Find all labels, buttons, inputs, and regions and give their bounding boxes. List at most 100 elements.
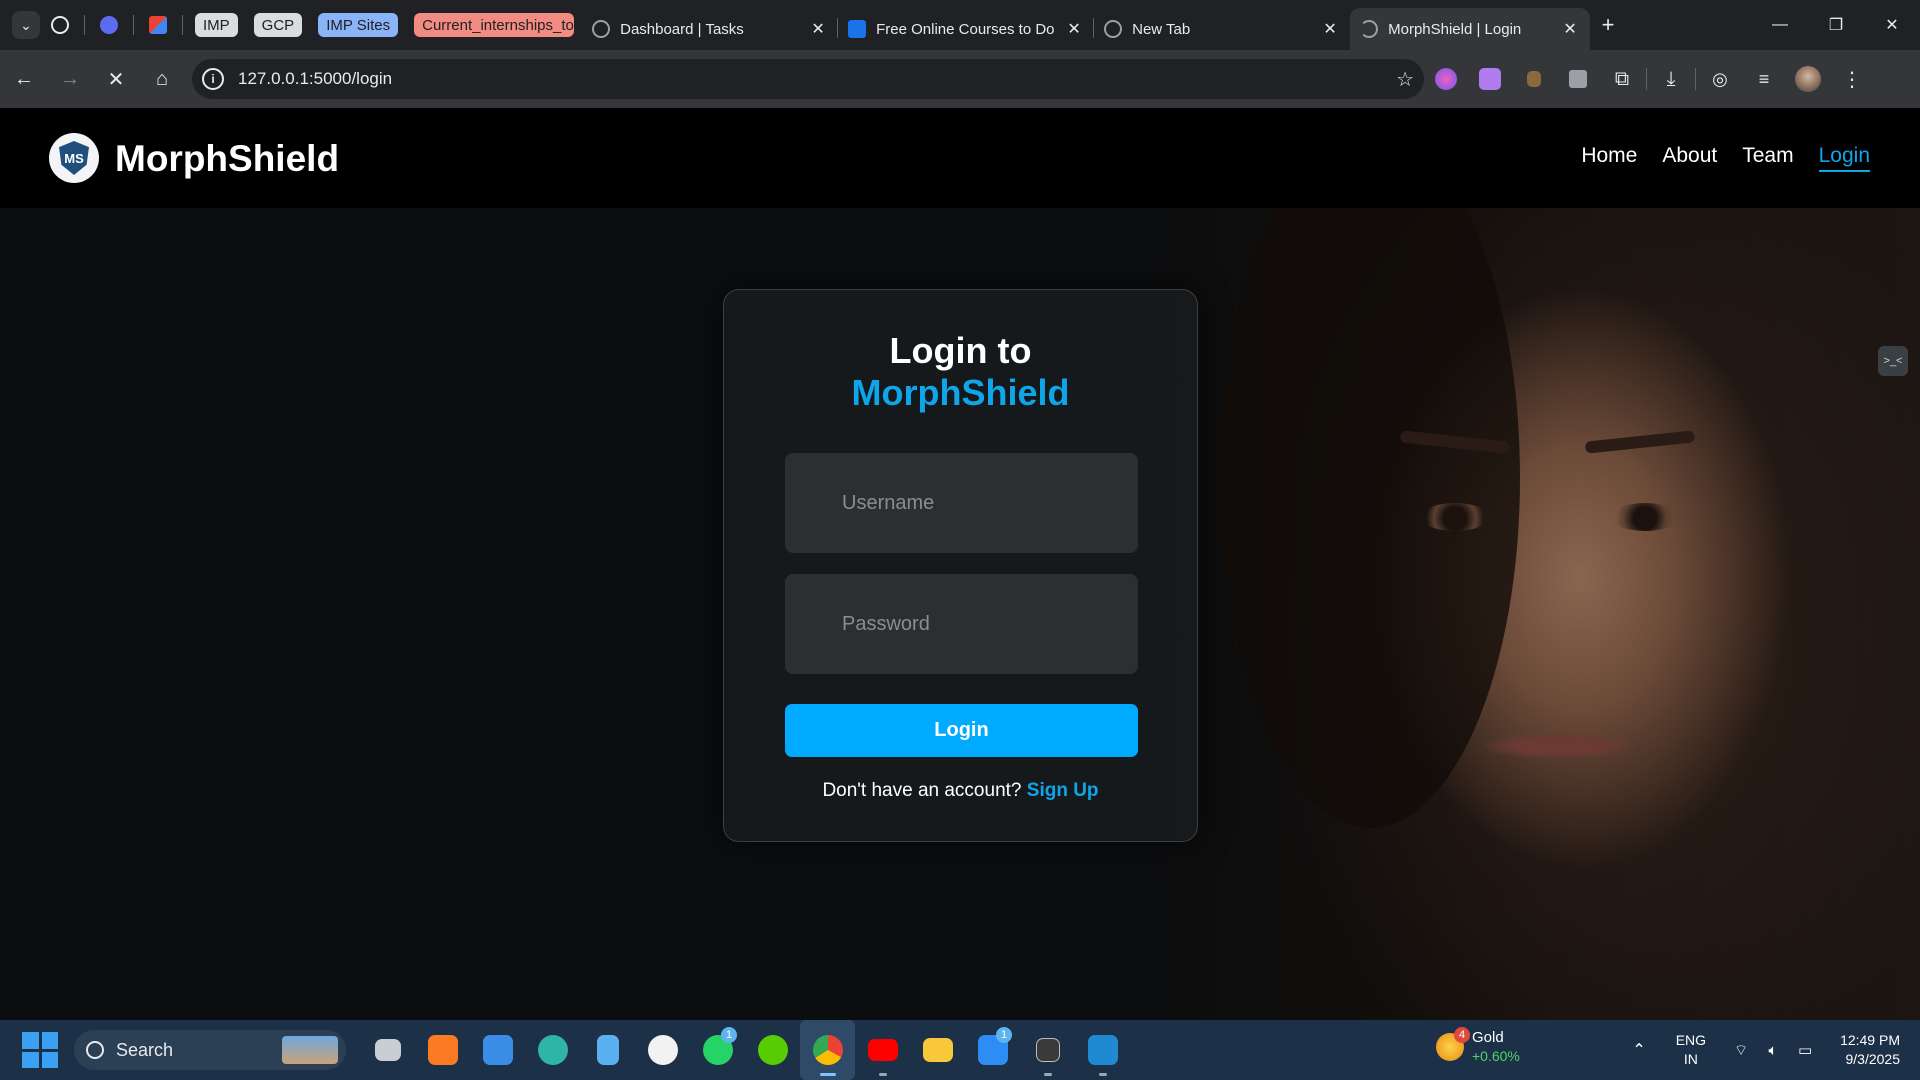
widget-badge: 4: [1454, 1027, 1470, 1043]
close-tab-icon[interactable]: ✕: [1064, 19, 1084, 39]
clock[interactable]: 12:49 PM 9/3/2025: [1840, 1031, 1900, 1069]
taskbar-app-notepad[interactable]: [580, 1020, 635, 1080]
media-control-button[interactable]: ≡: [1742, 57, 1786, 101]
media-queue-icon: ≡: [1758, 68, 1770, 89]
extensions-menu-button[interactable]: ⧉: [1600, 57, 1644, 101]
taskbar-app-edge[interactable]: [525, 1020, 580, 1080]
profile-button[interactable]: [1786, 57, 1830, 101]
taskbar-app-task-view[interactable]: [360, 1020, 415, 1080]
clock-date: 9/3/2025: [1845, 1051, 1901, 1067]
extension-button[interactable]: [1512, 57, 1556, 101]
running-indicator: [1043, 1073, 1052, 1076]
back-button[interactable]: ←: [2, 57, 46, 101]
taskbar-app-medium[interactable]: [1020, 1020, 1075, 1080]
taskbar-search-label: Search: [116, 1039, 174, 1060]
home-button[interactable]: ⌂: [140, 57, 184, 101]
brand-name[interactable]: MorphShield: [115, 138, 339, 180]
nav-home[interactable]: Home: [1581, 144, 1637, 172]
minimize-button[interactable]: —: [1752, 0, 1808, 50]
site-info-icon[interactable]: i: [202, 68, 224, 90]
taskbar-app-file-explorer[interactable]: [910, 1020, 965, 1080]
gold-coins-icon: 4: [1436, 1027, 1470, 1061]
start-button[interactable]: [22, 1032, 58, 1068]
pinned-tab-chatgpt[interactable]: [40, 0, 80, 50]
password-input[interactable]: [785, 574, 1138, 674]
taskbar-app-uplay[interactable]: [635, 1020, 690, 1080]
taskbar-search[interactable]: Search: [74, 1030, 346, 1070]
nav-login[interactable]: Login: [1818, 144, 1870, 172]
close-tab-icon[interactable]: ✕: [1560, 19, 1580, 39]
pinned-tab-gmail[interactable]: [138, 0, 178, 50]
wifi-icon[interactable]: ⌔: [1730, 1039, 1752, 1061]
browser-tab-strip: ⌄ IMP GCP IMP Sites Current_internships_…: [0, 0, 1920, 50]
tab-separator: [133, 15, 134, 35]
language-region: IN: [1683, 1051, 1698, 1067]
password-field: [785, 574, 1138, 674]
volume-icon[interactable]: 🔈︎: [1762, 1039, 1784, 1061]
close-tab-icon[interactable]: ✕: [808, 19, 828, 39]
downloads-button[interactable]: ⤓: [1649, 57, 1693, 101]
login-button[interactable]: Login: [785, 704, 1138, 757]
address-url[interactable]: 127.0.0.1:5000/login: [238, 69, 1396, 89]
arrow-left-icon: ←: [14, 67, 34, 90]
site-logo[interactable]: MS: [49, 133, 99, 183]
language-indicator[interactable]: ENG IN: [1676, 1031, 1706, 1069]
app-icon: [100, 16, 118, 34]
signup-prompt-line: Don't have an account? Sign Up: [724, 780, 1197, 802]
tab-new-tab[interactable]: New Tab ✕: [1094, 8, 1350, 50]
tab-dashboard[interactable]: Dashboard | Tasks ✕: [582, 8, 839, 50]
tab-morphshield-login[interactable]: MorphShield | Login ✕: [1350, 8, 1591, 50]
performance-button[interactable]: ◎: [1698, 57, 1742, 101]
notification-badge: 1: [996, 1027, 1012, 1043]
address-bar[interactable]: i 127.0.0.1:5000/login ☆: [192, 59, 1424, 99]
taskbar-app-todo[interactable]: 1: [965, 1020, 1020, 1080]
close-tab-icon[interactable]: ✕: [1320, 19, 1340, 39]
tab-separator: [84, 15, 85, 35]
windows-logo-icon: [22, 1051, 39, 1068]
battery-icon[interactable]: ▭: [1794, 1039, 1816, 1061]
tab-search-button[interactable]: ⌄: [12, 11, 40, 39]
mouth-shape: [1484, 733, 1634, 759]
floating-extension-button[interactable]: >_<: [1878, 346, 1908, 376]
login-title: Login to: [889, 330, 1032, 371]
toolbar-separator: [1646, 68, 1647, 90]
taskbar-app-chrome[interactable]: [800, 1020, 855, 1080]
username-input[interactable]: [785, 453, 1138, 553]
windows-logo-icon: [22, 1032, 39, 1049]
taskbar-app-youtube[interactable]: [855, 1020, 910, 1080]
windows-logo-icon: [41, 1051, 58, 1068]
q-extension-icon: [1569, 70, 1587, 88]
new-tab-button[interactable]: +: [1590, 12, 1626, 38]
pinned-tab-app[interactable]: [89, 0, 129, 50]
openai-icon: [51, 16, 69, 34]
tab-free-courses[interactable]: Free Online Courses to Do ✕: [838, 8, 1095, 50]
forward-button[interactable]: →: [48, 57, 92, 101]
taskbar-app-duolingo[interactable]: [745, 1020, 800, 1080]
nav-team[interactable]: Team: [1742, 144, 1793, 172]
signup-link[interactable]: Sign Up: [1027, 780, 1099, 801]
taskbar-app-vscode[interactable]: [1075, 1020, 1130, 1080]
chrome-menu-button[interactable]: ⋮: [1830, 57, 1874, 101]
taskbar-app-whatsapp[interactable]: 1: [690, 1020, 745, 1080]
weather-widget[interactable]: 4 Gold +0.60%: [1436, 1027, 1520, 1066]
show-hidden-icons-button[interactable]: ⌃: [1632, 1040, 1645, 1060]
running-indicator: [1098, 1073, 1107, 1076]
restore-button[interactable]: ❐: [1808, 0, 1864, 50]
widget-value: +0.60%: [1472, 1048, 1520, 1064]
tab-group-current-internships[interactable]: Current_internships_to: [414, 13, 575, 37]
bookmark-star-icon[interactable]: ☆: [1396, 67, 1414, 92]
gmail-icon: [149, 16, 167, 34]
tab-group-gcp[interactable]: GCP: [253, 13, 303, 37]
extension-button[interactable]: [1468, 57, 1512, 101]
stop-loading-button[interactable]: ✕: [94, 57, 138, 101]
taskbar-app-store[interactable]: [470, 1020, 525, 1080]
nav-about[interactable]: About: [1662, 144, 1717, 172]
extension-button[interactable]: [1424, 57, 1468, 101]
taskbar-app-xampp[interactable]: [415, 1020, 470, 1080]
tab-group-imp-sites[interactable]: IMP Sites: [318, 13, 399, 37]
tab-group-imp[interactable]: IMP: [195, 13, 238, 37]
puzzle-icon: ⧉: [1614, 67, 1630, 90]
edge-icon: [537, 1035, 568, 1065]
extension-button[interactable]: [1556, 57, 1600, 101]
close-window-button[interactable]: ✕: [1864, 0, 1920, 50]
